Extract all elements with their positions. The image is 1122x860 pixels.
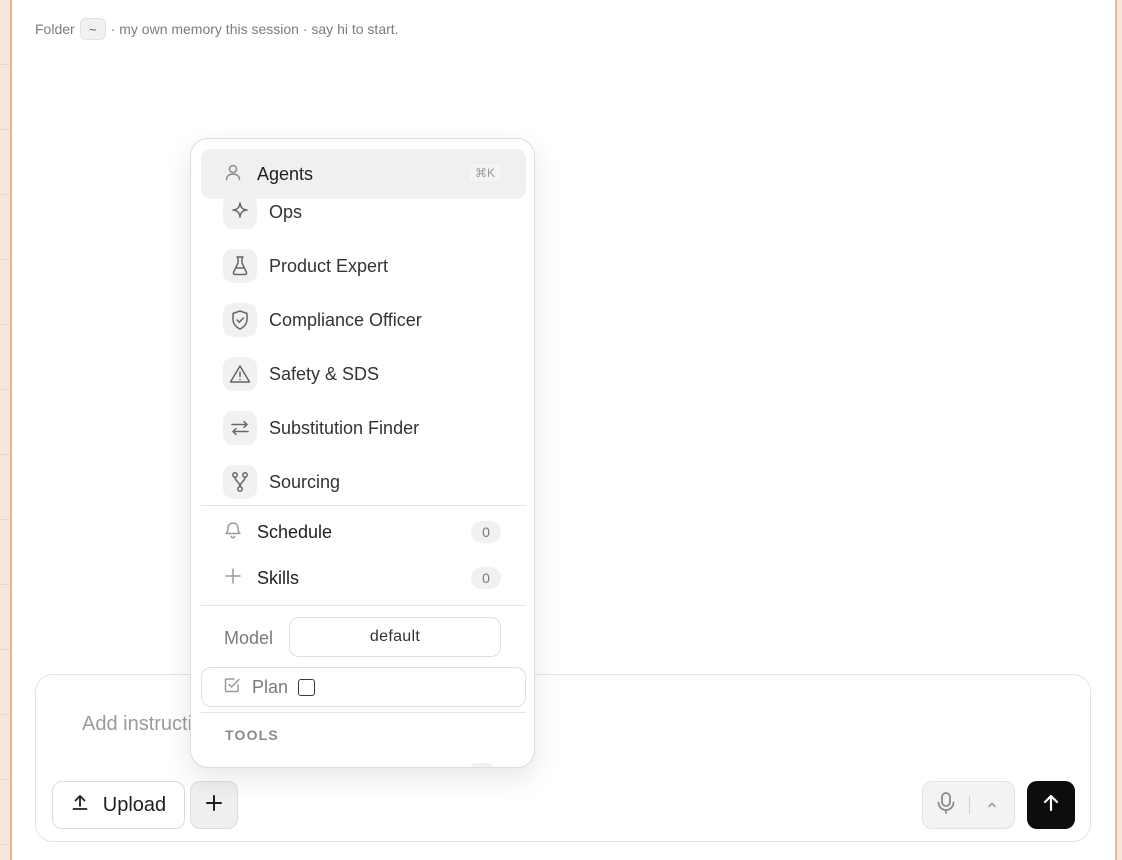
plan-label: Plan	[252, 676, 289, 697]
menu-item-skills[interactable]: Skills 0	[223, 563, 501, 593]
plus-icon	[223, 566, 243, 591]
bell-icon	[223, 520, 243, 545]
sparkle-icon	[223, 195, 257, 229]
background-gridlines	[0, 0, 10, 860]
send-button[interactable]	[1027, 781, 1075, 829]
agent-label: Substitution Finder	[269, 417, 420, 438]
folder-label: Folder	[35, 21, 75, 37]
schedule-label: Schedule	[257, 521, 333, 542]
agent-item-sourcing[interactable]: Sourcing	[223, 464, 340, 500]
microphone-button[interactable]	[923, 782, 969, 828]
shield-check-icon	[223, 303, 257, 337]
agent-item-safety-sds[interactable]: Safety & SDS	[223, 356, 379, 392]
voice-options-button[interactable]	[970, 782, 1014, 828]
agent-item-substitution-finder[interactable]: Substitution Finder	[223, 410, 419, 446]
next-item-peek	[471, 763, 493, 767]
user-icon	[223, 162, 243, 187]
upload-label: Upload	[102, 793, 167, 816]
plan-toggle[interactable]: Plan	[201, 667, 526, 707]
agent-label: Product Expert	[269, 255, 389, 276]
agent-label: Ops	[269, 201, 303, 222]
agent-item-compliance-officer[interactable]: Compliance Officer	[223, 302, 422, 338]
voice-controls	[922, 781, 1015, 829]
session-hint: · my own memory this session · say hi to…	[110, 21, 399, 37]
agents-shortcut: ⌘K	[467, 163, 502, 183]
warning-triangle-icon	[223, 357, 257, 391]
branch-icon	[223, 465, 257, 499]
agent-label: Compliance Officer	[269, 309, 422, 330]
agent-item-ops[interactable]: Ops	[223, 194, 302, 230]
agent-label: Sourcing	[269, 471, 341, 492]
model-label: Model	[224, 628, 274, 648]
skills-label: Skills	[257, 567, 300, 588]
chevron-up-icon	[986, 796, 998, 814]
arrow-up-icon	[1040, 792, 1062, 819]
menu-item-agents[interactable]: Agents ⌘K	[201, 149, 526, 199]
skills-count-badge: 0	[471, 567, 501, 589]
tools-section-header: TOOLS	[225, 727, 279, 743]
microphone-icon	[935, 791, 957, 820]
model-select[interactable]: default	[289, 617, 501, 657]
add-menu-button[interactable]	[190, 781, 238, 829]
agent-label: Safety & SDS	[269, 363, 380, 384]
flask-icon	[223, 249, 257, 283]
plan-checkbox[interactable]	[298, 678, 316, 696]
schedule-count-badge: 0	[471, 521, 501, 543]
agents-label: Agents	[257, 163, 314, 184]
agent-item-product-expert[interactable]: Product Expert	[223, 248, 388, 284]
checkbox-icon	[222, 675, 242, 700]
menu-divider	[201, 505, 526, 506]
upload-icon	[71, 793, 89, 817]
menu-divider	[201, 712, 526, 713]
folder-chip[interactable]: ~	[79, 18, 106, 40]
swap-arrows-icon	[223, 411, 257, 445]
session-info: Folder ~ · my own memory this session · …	[35, 18, 399, 40]
plus-icon	[204, 793, 224, 818]
add-menu-popover: Agents ⌘K Ops Product Expert Compliance …	[190, 138, 535, 768]
menu-item-schedule[interactable]: Schedule 0	[223, 517, 501, 547]
upload-button[interactable]: Upload	[52, 781, 185, 829]
menu-divider	[201, 605, 526, 606]
